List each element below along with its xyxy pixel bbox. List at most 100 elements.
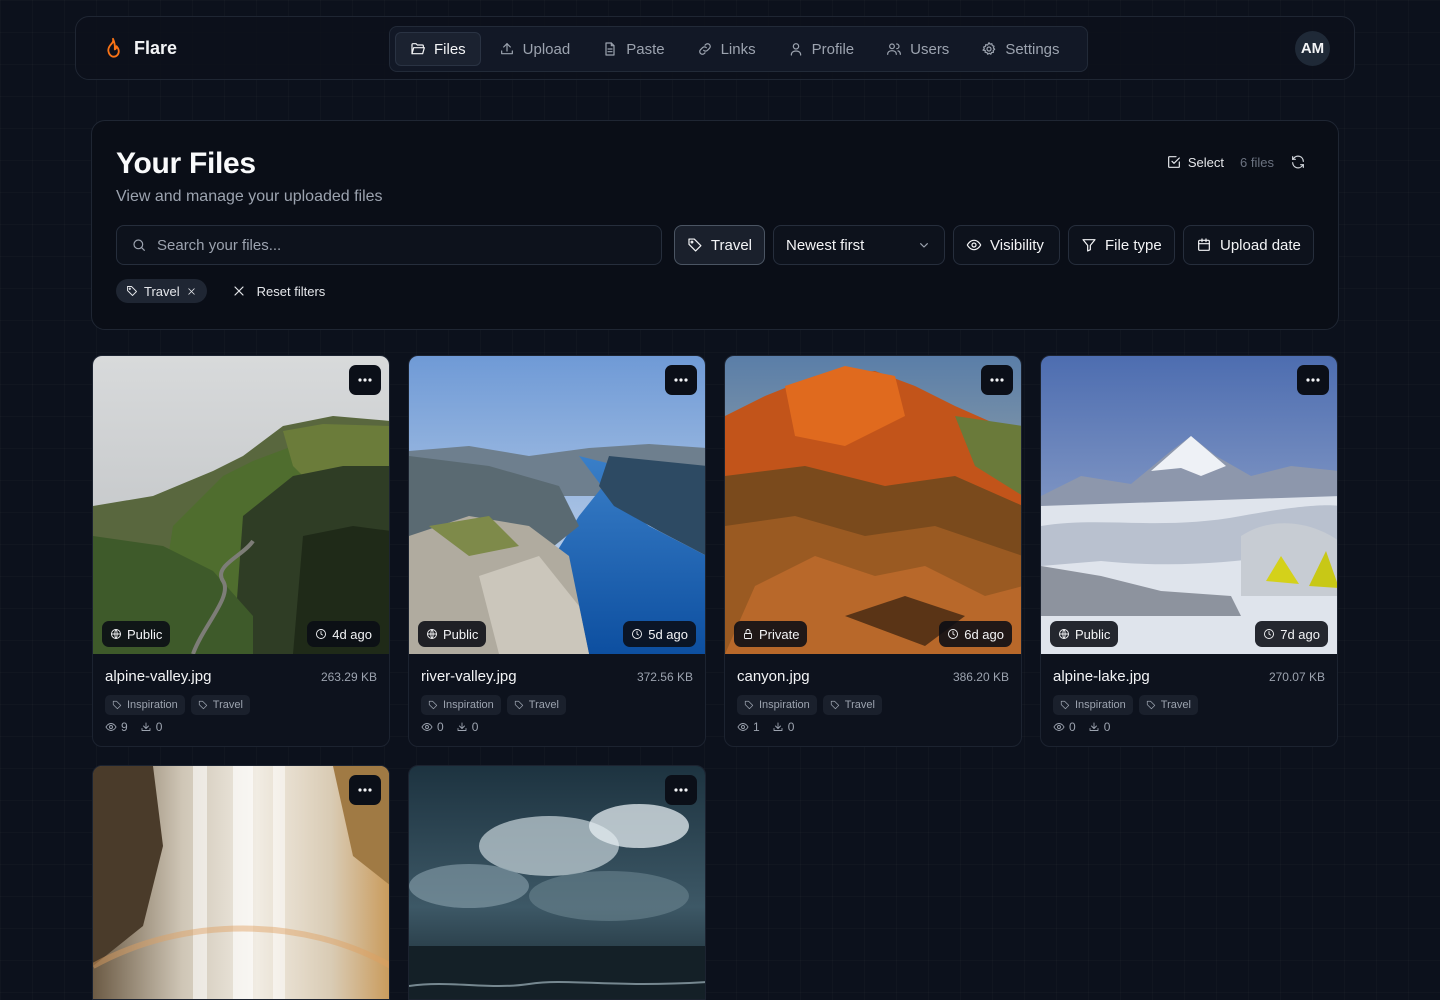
page-title: Your Files [116,147,256,180]
visibility-badge: Public [1050,621,1119,647]
avatar[interactable]: AM [1295,31,1330,66]
more-icon [358,788,372,792]
age-label: 6d ago [964,626,1004,642]
tag-chip[interactable]: Inspiration [105,695,185,715]
file-card[interactable] [408,765,706,1000]
clock-icon [632,629,643,639]
file-size: 270.07 KB [1268,670,1325,684]
flame-icon [107,37,120,58]
tag-chip[interactable]: Travel [190,695,250,715]
download-icon [141,722,151,731]
nav-item-paste[interactable]: Paste [588,32,678,66]
refresh-button[interactable] [1290,154,1306,170]
uploaddate-filter-button[interactable]: Upload date [1183,225,1314,265]
filetype-filter-button[interactable]: File type [1068,225,1175,265]
nav-item-files[interactable]: Files [395,32,481,66]
tag-chip[interactable]: Travel [1138,695,1198,715]
nav-item-settings[interactable]: Settings [967,32,1073,66]
tag-chip[interactable]: Travel [822,695,882,715]
active-filter-chip[interactable]: Travel [116,279,207,303]
landscape-image [409,356,705,654]
downloads-stat: 0 [1088,720,1110,734]
file-stats: 0 0 [1053,720,1110,734]
sort-select[interactable]: Newest first [773,225,945,265]
file-name[interactable]: river-valley.jpg [421,668,517,685]
nav-item-users[interactable]: Users [872,32,963,66]
views-count: 0 [437,720,444,734]
tag-icon [744,700,754,710]
more-button[interactable] [349,775,381,805]
file-name[interactable]: canyon.jpg [737,668,810,685]
reset-filters-label: Reset filters [256,283,326,299]
landscape-image [725,356,1021,654]
eye-icon [966,239,982,251]
age-badge: 4d ago [307,621,380,647]
landscape-image [409,766,705,999]
tag-chip[interactable]: Inspiration [1053,695,1133,715]
tag-label: Travel [1160,699,1191,711]
nav-item-links[interactable]: Links [683,32,770,66]
file-stats: 1 0 [737,720,794,734]
file-thumbnail[interactable] [409,766,705,999]
tag-chip[interactable]: Inspiration [737,695,817,715]
nav-item-label: Users [910,40,950,58]
downloads-stat: 0 [772,720,794,734]
file-thumbnail[interactable] [93,766,389,999]
eye-icon [105,723,117,731]
file-card[interactable]: Public 7d ago alpine-lake.jpg 270.07 KB … [1040,355,1338,747]
eye-icon [421,723,433,731]
views-count: 1 [753,720,760,734]
tag-icon [1146,700,1155,710]
file-card[interactable]: Public 5d ago river-valley.jpg 372.56 KB… [408,355,706,747]
file-card[interactable] [92,765,390,1000]
users-icon [887,43,902,55]
tag-label: Inspiration [759,699,810,711]
file-size: 372.56 KB [636,670,693,684]
tag-icon [428,700,438,710]
tag-chip[interactable]: Inspiration [421,695,501,715]
file-thumbnail[interactable] [409,356,705,654]
reset-filters-button[interactable]: Reset filters [227,283,326,299]
chevron-down-icon [920,243,928,248]
file-name[interactable]: alpine-lake.jpg [1053,668,1150,685]
file-name[interactable]: alpine-valley.jpg [105,668,211,685]
downloads-count: 0 [155,720,163,734]
filetype-filter-label: File type [1105,236,1162,254]
file-count: 6 files [1240,154,1274,170]
tag-label: Inspiration [443,699,494,711]
tag-icon [830,700,839,710]
more-icon [1306,378,1320,382]
file-thumbnail[interactable] [93,356,389,654]
views-stat: 0 [421,720,444,734]
file-thumbnail[interactable] [1041,356,1337,654]
more-button[interactable] [1297,365,1329,395]
more-button[interactable] [981,365,1013,395]
nav-item-label: Links [720,40,756,58]
more-button[interactable] [349,365,381,395]
tag-chip[interactable]: Travel [506,695,566,715]
select-button[interactable]: Select [1166,154,1224,170]
tag-icon [688,238,702,252]
checkbox-icon [1167,156,1180,168]
tag-filter-button[interactable]: Travel [674,225,765,265]
search-box[interactable] [116,225,662,265]
more-button[interactable] [665,775,697,805]
age-label: 7d ago [1280,626,1320,642]
nav-item-profile[interactable]: Profile [774,32,869,66]
tag-label: Travel [528,699,559,711]
close-icon[interactable] [186,286,197,297]
visibility-filter-button[interactable]: Visibility [953,225,1060,265]
search-input[interactable] [157,236,637,254]
file-card[interactable]: Private 6d ago canyon.jpg 386.20 KB Insp… [724,355,1022,747]
file-thumbnail[interactable] [725,356,1021,654]
more-button[interactable] [665,365,697,395]
nav-item-upload[interactable]: Upload [485,32,585,66]
file-stats: 9 0 [105,720,162,734]
file-card[interactable]: Public 4d ago alpine-valley.jpg 263.29 K… [92,355,390,747]
filter-icon [1082,239,1096,252]
close-icon [234,286,244,296]
tag-icon [514,700,523,710]
brand[interactable]: Flare [102,36,177,60]
refresh-icon [1292,155,1304,169]
downloads-stat: 0 [456,720,478,734]
